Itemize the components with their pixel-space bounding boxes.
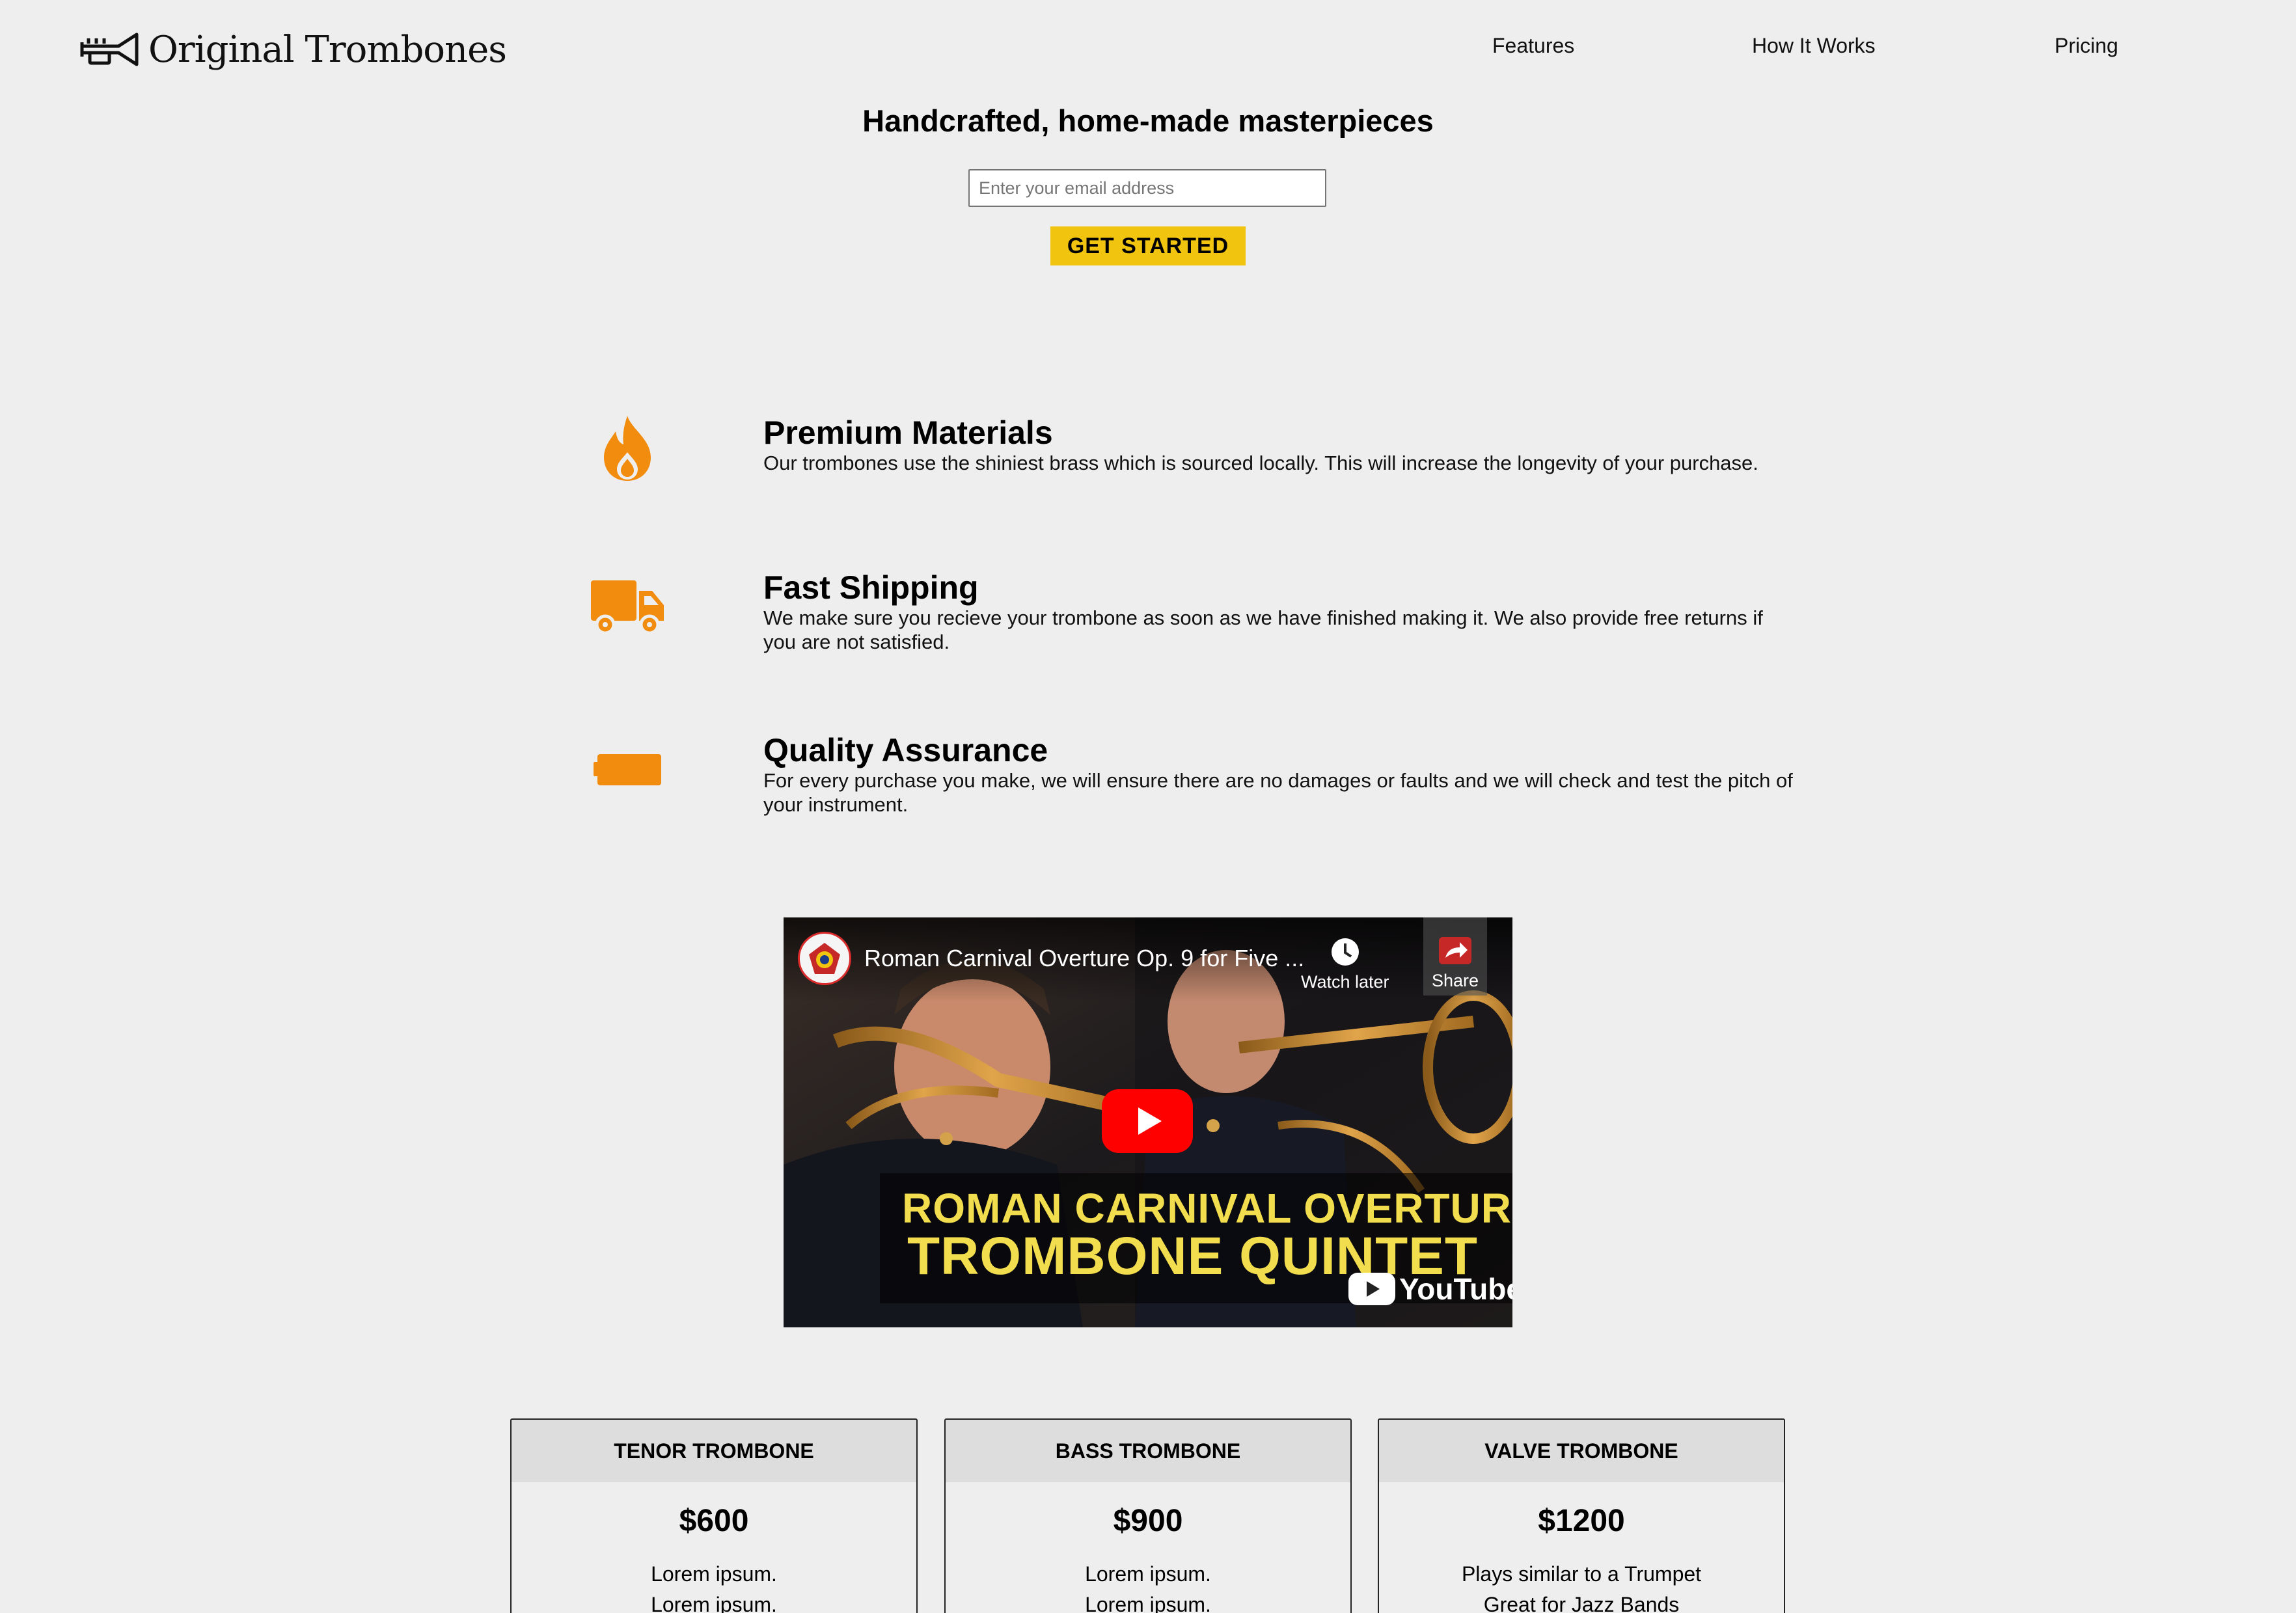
fire-icon (589, 410, 666, 487)
nav-link-how-it-works[interactable]: How It Works (1752, 34, 1876, 58)
nav-link-features[interactable]: Features (1492, 34, 1574, 58)
video-title[interactable]: Roman Carnival Overture Op. 9 for Five .… (864, 945, 1304, 972)
watch-later-button[interactable]: Watch later (1301, 937, 1389, 992)
feature-description: Our trombones use the shiniest brass whi… (763, 452, 1758, 474)
play-icon[interactable] (1102, 1089, 1193, 1153)
feature-title: Quality Assurance (763, 732, 1048, 768)
pricing-card-valve: VALVE TROMBONE $1200 Plays similar to a … (1378, 1418, 1785, 1613)
feature-title: Premium Materials (763, 414, 1053, 451)
pricing-card-price: $600 (679, 1504, 749, 1538)
pricing-card-feature: Lorem ipsum. (651, 1593, 777, 1613)
pricing-card-feature: Lorem ipsum. (1085, 1593, 1211, 1613)
share-label: Share (1431, 971, 1479, 990)
pricing-card-price: $1200 (1538, 1504, 1625, 1538)
feature-text: Premium Materials Our trombones use the … (763, 414, 1798, 475)
pricing-card-title: BASS TROMBONE (946, 1420, 1350, 1482)
youtube-icon (1348, 1273, 1395, 1305)
hero-title: Handcrafted, home-made masterpieces (862, 103, 1434, 138)
share-button[interactable]: Share (1423, 917, 1487, 996)
site-header: Original Trombones Features How It Works… (0, 0, 2296, 98)
brand-name: Original Trombones (148, 28, 507, 71)
clock-icon (1331, 938, 1359, 966)
pricing-card-title: TENOR TROMBONE (512, 1420, 916, 1482)
youtube-logo[interactable]: YouTube (1348, 1271, 1512, 1307)
youtube-label: YouTube (1399, 1272, 1512, 1306)
share-icon (1439, 937, 1471, 964)
pricing-card-feature: Plays similar to a Trumpet (1461, 1562, 1702, 1586)
feature-description: For every purchase you make, we will ens… (763, 769, 1793, 816)
video-embed[interactable]: Roman Carnival Overture Op. 9 for Five .… (784, 917, 1512, 1327)
brand-logo[interactable]: Original Trombones (79, 23, 507, 75)
watch-later-label: Watch later (1301, 972, 1389, 992)
trombone-logo-icon (80, 33, 139, 66)
pricing-card-bass: BASS TROMBONE $900 Lorem ipsum. Lorem ip… (944, 1418, 1352, 1613)
feature-description: We make sure you recieve your trombone a… (763, 606, 1763, 653)
pricing-card-title: VALVE TROMBONE (1379, 1420, 1784, 1482)
pricing-card-price: $900 (1113, 1504, 1183, 1538)
channel-avatar[interactable] (798, 932, 851, 985)
feature-title: Fast Shipping (763, 569, 979, 606)
pricing-card-feature: Great for Jazz Bands (1483, 1593, 1680, 1613)
get-started-button[interactable]: GET STARTED (1050, 226, 1246, 265)
pricing-card-feature: Lorem ipsum. (1085, 1562, 1211, 1586)
nav-link-pricing[interactable]: Pricing (2055, 34, 2118, 58)
pricing-card-feature: Lorem ipsum. (651, 1562, 777, 1586)
pricing-card-tenor: TENOR TROMBONE $600 Lorem ipsum. Lorem i… (510, 1418, 918, 1613)
feature-text: Fast Shipping We make sure you recieve y… (763, 569, 1798, 654)
feature-text: Quality Assurance For every purchase you… (763, 732, 1798, 817)
truck-icon (589, 569, 666, 646)
battery-icon (589, 732, 666, 809)
email-input[interactable] (968, 169, 1326, 207)
banner-line-1: ROMAN CARNIVAL OVERTURE (902, 1185, 1512, 1232)
